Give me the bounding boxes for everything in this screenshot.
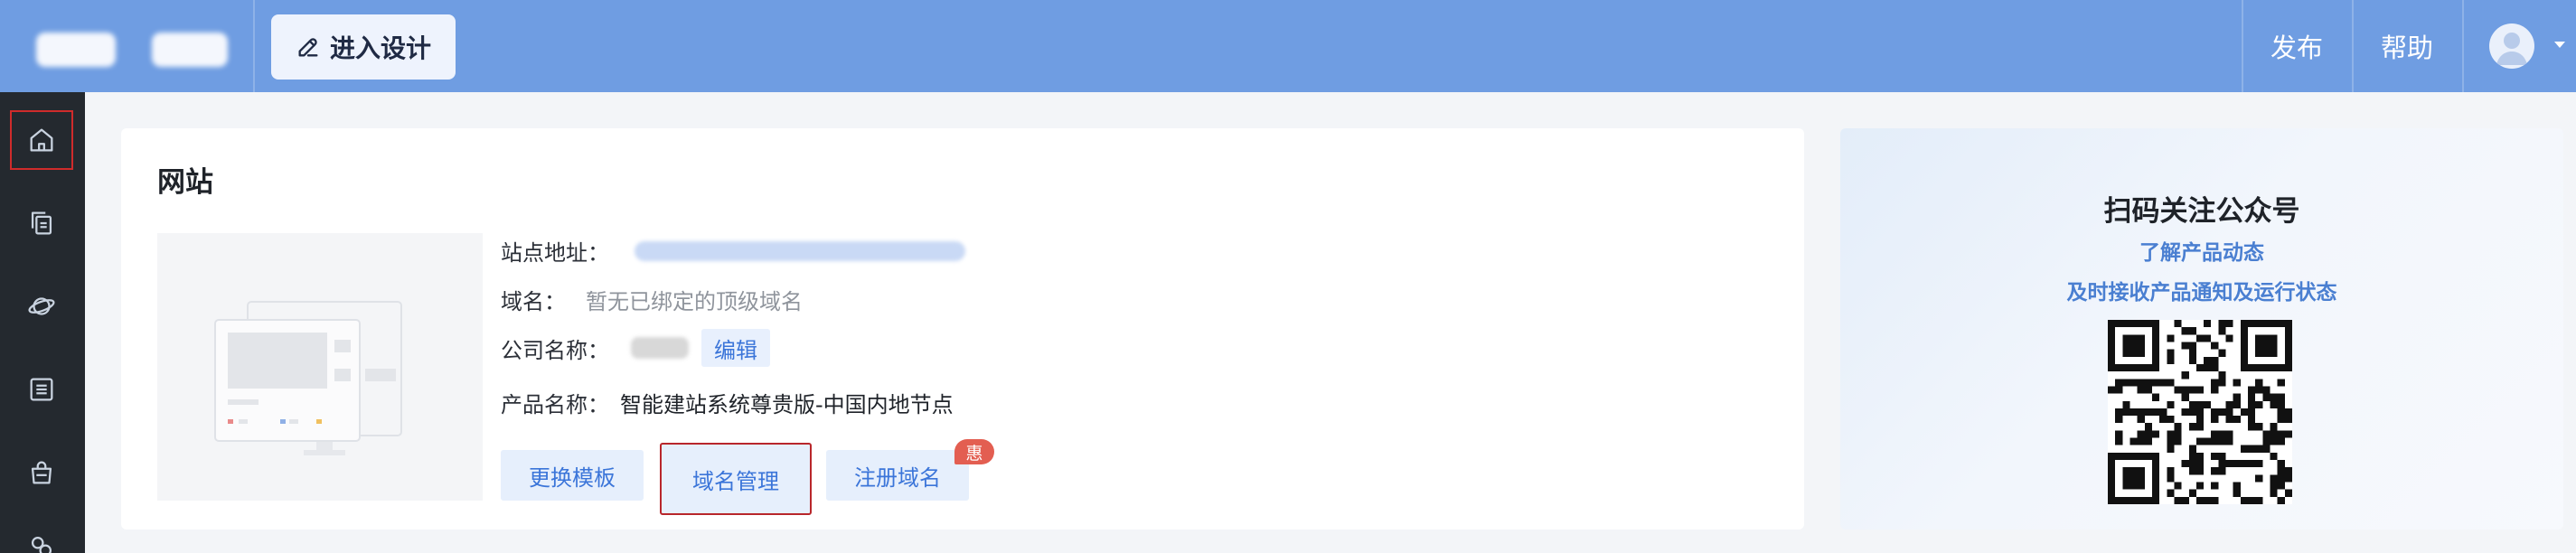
promo-badge: 惠 xyxy=(954,439,994,464)
qr-code-image xyxy=(2108,320,2292,504)
qr-code xyxy=(2108,320,2292,504)
avatar[interactable] xyxy=(2489,23,2534,69)
sidebar xyxy=(0,92,85,553)
sidebar-item-plugins[interactable] xyxy=(10,517,73,553)
card-title: 网站 xyxy=(157,166,213,199)
sidebar-item-pages[interactable] xyxy=(10,193,73,253)
change-template-button[interactable]: 更换模板 xyxy=(501,450,644,501)
user-icon xyxy=(2496,33,2527,65)
site-address-row: 站点地址： xyxy=(501,235,965,267)
domain-manage-button[interactable]: 域名管理 xyxy=(660,443,812,515)
planet-icon xyxy=(28,297,55,315)
top-bar: 进入设计 发布 帮助 xyxy=(0,0,2576,92)
qr-subtitle-1: 了解产品动态 xyxy=(2139,241,2264,265)
promo-badge-label: 惠 xyxy=(965,443,983,464)
edit-company-button[interactable]: 编辑 xyxy=(701,329,770,367)
company-label: 公司名称： xyxy=(501,337,609,363)
divider xyxy=(253,0,255,92)
edit-label: 编辑 xyxy=(714,337,757,363)
site-preview-illustration xyxy=(214,301,402,455)
enter-design-label: 进入设计 xyxy=(329,33,431,63)
list-icon xyxy=(30,378,53,401)
domain-manage-label: 域名管理 xyxy=(692,468,779,494)
home-icon xyxy=(30,128,53,152)
help-label: 帮助 xyxy=(2380,33,2433,63)
qr-subtitle-2: 及时接收产品通知及运行状态 xyxy=(2066,281,2337,305)
domain-label: 域名： xyxy=(501,289,566,314)
qr-card: 扫码关注公众号 了解产品动态 及时接收产品通知及运行状态 xyxy=(1840,128,2563,530)
publish-label: 发布 xyxy=(2270,33,2323,63)
product-row: 产品名称： 智能建站系统尊贵版-中国内地节点 xyxy=(501,387,954,418)
product-value: 智能建站系统尊贵版-中国内地节点 xyxy=(620,392,954,417)
logo[interactable] xyxy=(36,33,116,67)
site-address-link[interactable] xyxy=(635,240,965,261)
chevron-down-icon[interactable] xyxy=(2554,42,2565,48)
domain-value: 暂无已绑定的顶级域名 xyxy=(586,289,803,314)
puzzle-icon xyxy=(31,536,52,553)
pages-icon xyxy=(31,211,52,235)
company-name-value xyxy=(631,337,689,359)
edit-pencil-icon xyxy=(298,38,318,57)
site-name xyxy=(152,33,228,67)
website-card: 网站 站点地址： 域名： 暂无已绑定的顶级域名 公司名称： 编辑 产品名称： 智… xyxy=(121,128,1804,530)
change-template-label: 更换模板 xyxy=(529,464,616,491)
qr-title: 扫码关注公众号 xyxy=(2103,195,2300,228)
publish-button[interactable]: 发布 xyxy=(2243,0,2350,92)
sidebar-item-store[interactable] xyxy=(10,443,73,502)
enter-design-button[interactable]: 进入设计 xyxy=(271,14,456,80)
register-domain-label: 注册域名 xyxy=(854,464,941,491)
product-label: 产品名称： xyxy=(501,392,609,417)
site-address-label: 站点地址： xyxy=(501,240,609,266)
company-row: 公司名称： 编辑 xyxy=(501,329,770,367)
bag-icon xyxy=(31,461,52,484)
site-thumbnail[interactable] xyxy=(157,233,483,501)
help-button[interactable]: 帮助 xyxy=(2354,0,2460,92)
sidebar-item-list[interactable] xyxy=(10,360,73,419)
sidebar-item-planet[interactable] xyxy=(10,276,73,336)
divider xyxy=(2462,0,2464,92)
domain-row: 域名： 暂无已绑定的顶级域名 xyxy=(501,284,803,315)
sidebar-item-home[interactable] xyxy=(10,110,73,170)
register-domain-button[interactable]: 注册域名 xyxy=(826,450,969,501)
